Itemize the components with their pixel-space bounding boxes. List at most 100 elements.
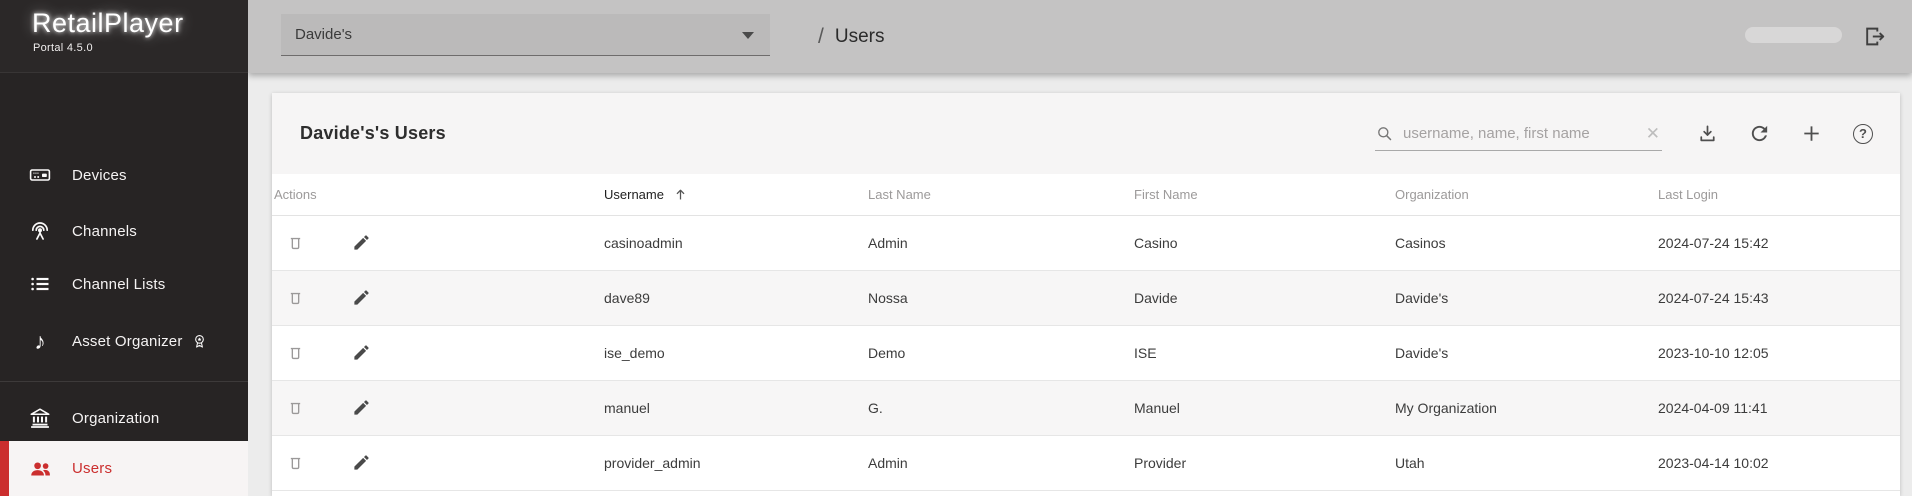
pencil-icon (354, 345, 369, 360)
help-icon: ? (1853, 123, 1873, 144)
trash-icon (290, 402, 301, 415)
sidebar-item-label: Users (72, 460, 113, 477)
column-header-actions[interactable]: Actions (272, 174, 602, 216)
card-toolbar: Davide's's Users ✕ (272, 93, 1900, 174)
add-user-button[interactable] (1796, 119, 1826, 149)
delete-user-button[interactable] (286, 233, 305, 252)
clear-search-icon[interactable]: ✕ (1644, 125, 1662, 142)
edit-user-button[interactable] (352, 288, 371, 307)
trash-icon (290, 347, 301, 360)
app-logo: RetailPlayer (32, 8, 184, 38)
column-header-last-name[interactable]: Last Name (866, 174, 1132, 216)
cell-last-name: Demo (866, 325, 1132, 381)
breadcrumb-separator: / (818, 24, 824, 48)
sidebar-item-label: Asset Organizer (72, 332, 183, 350)
pencil-icon (354, 455, 369, 470)
cell-username: dave89 (602, 270, 866, 326)
logout-icon (1865, 27, 1884, 45)
users-icon (27, 456, 53, 481)
sidebar-item-channel-lists[interactable]: Channel Lists (0, 261, 248, 307)
help-button[interactable]: ? (1848, 119, 1878, 149)
breadcrumb: / Users (818, 0, 884, 73)
sidebar-item-label: Organization (72, 409, 160, 427)
trash-icon (290, 457, 301, 470)
column-header-organization[interactable]: Organization (1393, 174, 1656, 216)
table-row: manuel G. Manuel My Organization 2024-04… (272, 380, 1900, 436)
table-row: ise_demo Demo ISE Davide's 2023-10-10 12… (272, 325, 1900, 381)
download-icon (1699, 125, 1715, 142)
delete-user-button[interactable] (286, 398, 305, 417)
sidebar-item-label: Channels (72, 222, 137, 240)
organization-select-value: Davide's (295, 26, 353, 43)
cell-last-name: Nossa (866, 270, 1132, 326)
pencil-icon (354, 235, 369, 250)
plus-icon (1803, 126, 1819, 141)
retailplayer-portal: RetailPlayer Portal 4.5.0 Devices Channe… (0, 0, 1912, 496)
premium-badge-icon (191, 333, 208, 350)
cell-last-login: 2024-04-09 11:41 (1656, 380, 1900, 436)
sidebar-item-label: Devices (72, 166, 127, 184)
pencil-icon (354, 400, 369, 415)
delete-user-button[interactable] (286, 343, 305, 362)
column-header-last-login[interactable]: Last Login (1656, 174, 1900, 216)
cell-last-login: 2023-04-14 10:02 (1656, 435, 1900, 491)
users-table: Actions Username Last Name First Name Or… (272, 174, 1900, 491)
pencil-icon (354, 290, 369, 305)
logout-button[interactable] (1858, 20, 1890, 52)
devices-icon (27, 163, 53, 187)
music-note-icon: ♪ (34, 328, 46, 354)
sidebar-item-organization[interactable]: Organization (0, 395, 248, 441)
column-header-username[interactable]: Username (602, 174, 866, 216)
delete-user-button[interactable] (286, 288, 305, 307)
table-row: provider_admin Admin Provider Utah 2023-… (272, 435, 1900, 491)
refresh-button[interactable] (1744, 119, 1774, 149)
cell-username: provider_admin (602, 435, 866, 491)
column-header-first-name[interactable]: First Name (1132, 174, 1393, 216)
sidebar: RetailPlayer Portal 4.5.0 Devices Channe… (0, 0, 248, 496)
edit-user-button[interactable] (352, 233, 371, 252)
sidebar-item-users[interactable]: Users (0, 441, 248, 496)
cell-first-name: Manuel (1132, 380, 1393, 436)
cell-organization: Davide's (1393, 325, 1656, 381)
edit-user-button[interactable] (352, 343, 371, 362)
sidebar-item-label: Channel Lists (72, 275, 166, 293)
edit-user-button[interactable] (352, 453, 371, 472)
content-area: Davide's's Users ✕ (248, 73, 1912, 496)
sidebar-item-devices[interactable]: Devices (0, 152, 248, 198)
cell-last-login: 2023-10-10 12:05 (1656, 325, 1900, 381)
username-placeholder-pill (1745, 27, 1842, 43)
search-box: ✕ (1375, 117, 1662, 151)
chevron-down-icon (742, 32, 754, 39)
search-input[interactable] (1403, 124, 1644, 142)
cell-last-name: G. (866, 380, 1132, 436)
sidebar-item-asset-organizer[interactable]: ♪ Asset Organizer (0, 318, 248, 364)
cell-first-name: ISE (1132, 325, 1393, 381)
bank-icon (27, 406, 53, 430)
logo-block: RetailPlayer Portal 4.5.0 (0, 0, 248, 73)
table-header-row: Actions Username Last Name First Name Or… (272, 174, 1900, 216)
trash-icon (290, 237, 301, 250)
delete-user-button[interactable] (286, 453, 305, 472)
cell-organization: Utah (1393, 435, 1656, 491)
sort-ascending-icon (672, 186, 689, 203)
cell-organization: Casinos (1393, 215, 1656, 271)
search-icon (1375, 124, 1394, 143)
edit-user-button[interactable] (352, 398, 371, 417)
organization-select[interactable]: Davide's (281, 14, 770, 56)
sidebar-item-channels[interactable]: Channels (0, 208, 248, 254)
cell-username: ise_demo (602, 325, 866, 381)
cell-username: manuel (602, 380, 866, 436)
cell-organization: Davide's (1393, 270, 1656, 326)
active-item-indicator (0, 441, 9, 496)
users-card: Davide's's Users ✕ (272, 93, 1900, 496)
sidebar-divider (0, 381, 248, 382)
page-title: Davide's's Users (300, 123, 446, 143)
cell-last-login: 2024-07-24 15:42 (1656, 215, 1900, 271)
list-icon (27, 272, 53, 296)
cell-last-login: 2024-07-24 15:43 (1656, 270, 1900, 326)
download-button[interactable] (1692, 119, 1722, 149)
cell-first-name: Provider (1132, 435, 1393, 491)
broadcast-icon (27, 219, 53, 243)
breadcrumb-current-page: Users (834, 25, 885, 47)
cell-username: casinoadmin (602, 215, 866, 271)
